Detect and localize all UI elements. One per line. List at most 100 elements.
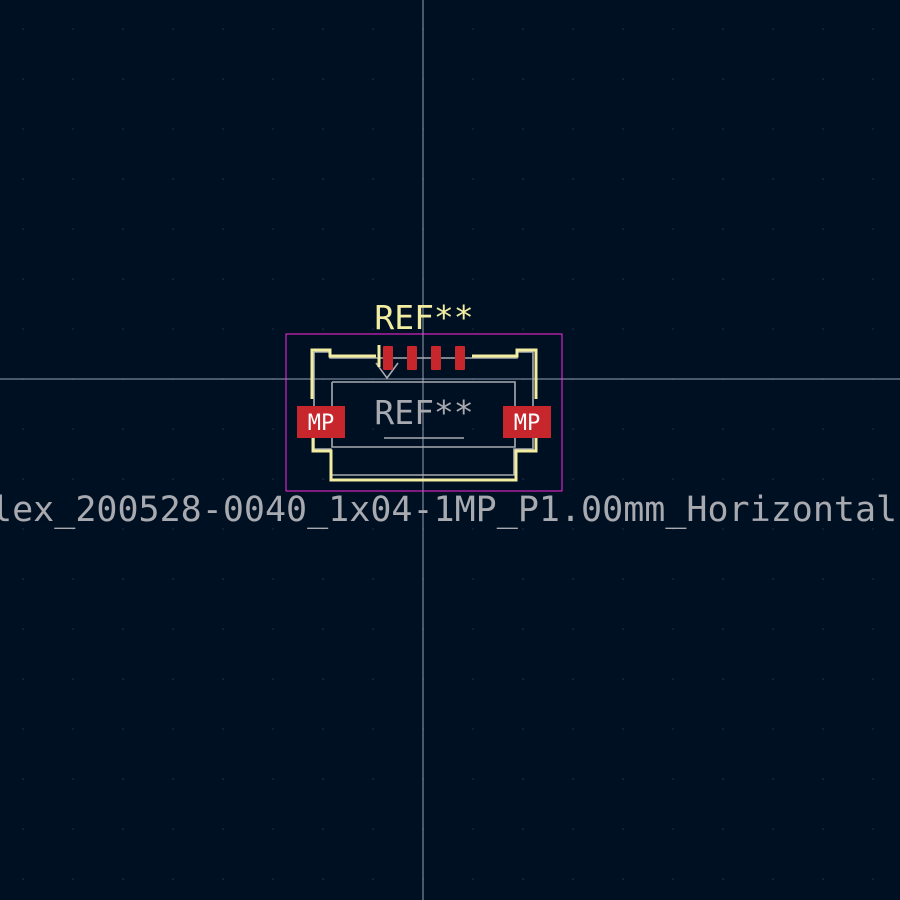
grid-dot: [822, 778, 824, 780]
grid-dot: [172, 878, 174, 880]
grid-dot: [272, 128, 274, 130]
grid-dot: [322, 328, 324, 330]
grid-dot: [772, 78, 774, 80]
grid-dot: [722, 278, 724, 280]
grid-dot: [72, 228, 74, 230]
grid-dot: [772, 678, 774, 680]
grid-dot: [322, 578, 324, 580]
grid-dot: [122, 228, 124, 230]
grid-dot: [522, 178, 524, 180]
grid-dot: [572, 478, 574, 480]
grid-dot: [772, 328, 774, 330]
grid-dot: [222, 428, 224, 430]
grid-dot: [572, 278, 574, 280]
grid-dot: [572, 678, 574, 680]
grid-dot: [72, 478, 74, 480]
grid-dot: [672, 878, 674, 880]
grid-dot: [122, 478, 124, 480]
grid-dot: [872, 728, 874, 730]
grid-dot: [272, 28, 274, 30]
grid-dot: [872, 28, 874, 30]
grid-dot: [572, 878, 574, 880]
grid-dot: [822, 878, 824, 880]
mount-pad-right-label: MP: [514, 411, 541, 436]
grid-dot: [22, 478, 24, 480]
grid-dot: [222, 128, 224, 130]
grid-dot: [322, 28, 324, 30]
grid-dot: [672, 828, 674, 830]
grid-dot: [72, 178, 74, 180]
grid-dot: [372, 128, 374, 130]
grid-dot: [222, 478, 224, 480]
grid-dot: [172, 28, 174, 30]
grid-dot: [472, 778, 474, 780]
grid-dot: [572, 628, 574, 630]
grid-dot: [572, 178, 574, 180]
grid-dot: [522, 778, 524, 780]
grid-dot: [822, 128, 824, 130]
grid-dot: [572, 728, 574, 730]
grid-dot: [572, 828, 574, 830]
grid-dot: [122, 628, 124, 630]
grid-dot: [872, 278, 874, 280]
grid-dot: [722, 778, 724, 780]
grid-dot: [822, 328, 824, 330]
grid-dot: [622, 28, 624, 30]
grid-dot: [472, 828, 474, 830]
grid-dot: [372, 778, 374, 780]
grid-dot: [572, 778, 574, 780]
grid-dot: [672, 578, 674, 580]
grid-dot: [322, 478, 324, 480]
pad-4[interactable]: [455, 346, 465, 370]
grid-dot: [572, 578, 574, 580]
grid-dot: [572, 128, 574, 130]
grid-dot: [822, 178, 824, 180]
grid-dot: [172, 178, 174, 180]
footprint-value[interactable]: Molex_200528-0040_1x04-1MP_P1.00mm_Horiz…: [0, 490, 897, 530]
grid-dot: [22, 78, 24, 80]
grid-dot: [22, 328, 24, 330]
grid-dot: [672, 128, 674, 130]
grid-dot: [372, 628, 374, 630]
grid-dot: [122, 278, 124, 280]
pcb-canvas[interactable]: MP MP REF** REF** Molex_200528-0040_1x04…: [0, 0, 900, 900]
reference-silkscreen[interactable]: REF**: [374, 298, 473, 337]
grid-dot: [172, 128, 174, 130]
grid-dot: [722, 878, 724, 880]
grid-dot: [22, 878, 24, 880]
grid-dot: [572, 328, 574, 330]
grid-dot: [872, 578, 874, 580]
grid-dot: [272, 428, 274, 430]
grid-dot: [222, 578, 224, 580]
grid-dot: [122, 878, 124, 880]
grid-dot: [672, 678, 674, 680]
grid-dot: [722, 578, 724, 580]
footprint-editor-view[interactable]: MP MP REF** REF** Molex_200528-0040_1x04…: [0, 0, 900, 900]
grid-dot: [72, 578, 74, 580]
grid-dot: [722, 28, 724, 30]
grid-dot: [472, 628, 474, 630]
grid-dot: [822, 828, 824, 830]
pad-2[interactable]: [407, 346, 417, 370]
grid-dot: [772, 728, 774, 730]
grid-dot: [172, 328, 174, 330]
grid-dot: [22, 428, 24, 430]
pad-3[interactable]: [431, 346, 441, 370]
grid-dot: [822, 678, 824, 680]
grid-dot: [672, 228, 674, 230]
grid-dot: [122, 678, 124, 680]
grid-dot: [822, 78, 824, 80]
grid-dot: [22, 28, 24, 30]
grid-dot: [722, 428, 724, 430]
grid-dot: [272, 228, 274, 230]
grid-dot: [722, 828, 724, 830]
grid-dot: [772, 28, 774, 30]
grid-dot: [472, 178, 474, 180]
grid-dot: [472, 78, 474, 80]
reference-fab[interactable]: REF**: [374, 393, 473, 432]
grid-dot: [772, 778, 774, 780]
pad-1[interactable]: [383, 346, 393, 370]
grid-dot: [22, 178, 24, 180]
grid-dot: [622, 778, 624, 780]
grid-dot: [72, 128, 74, 130]
